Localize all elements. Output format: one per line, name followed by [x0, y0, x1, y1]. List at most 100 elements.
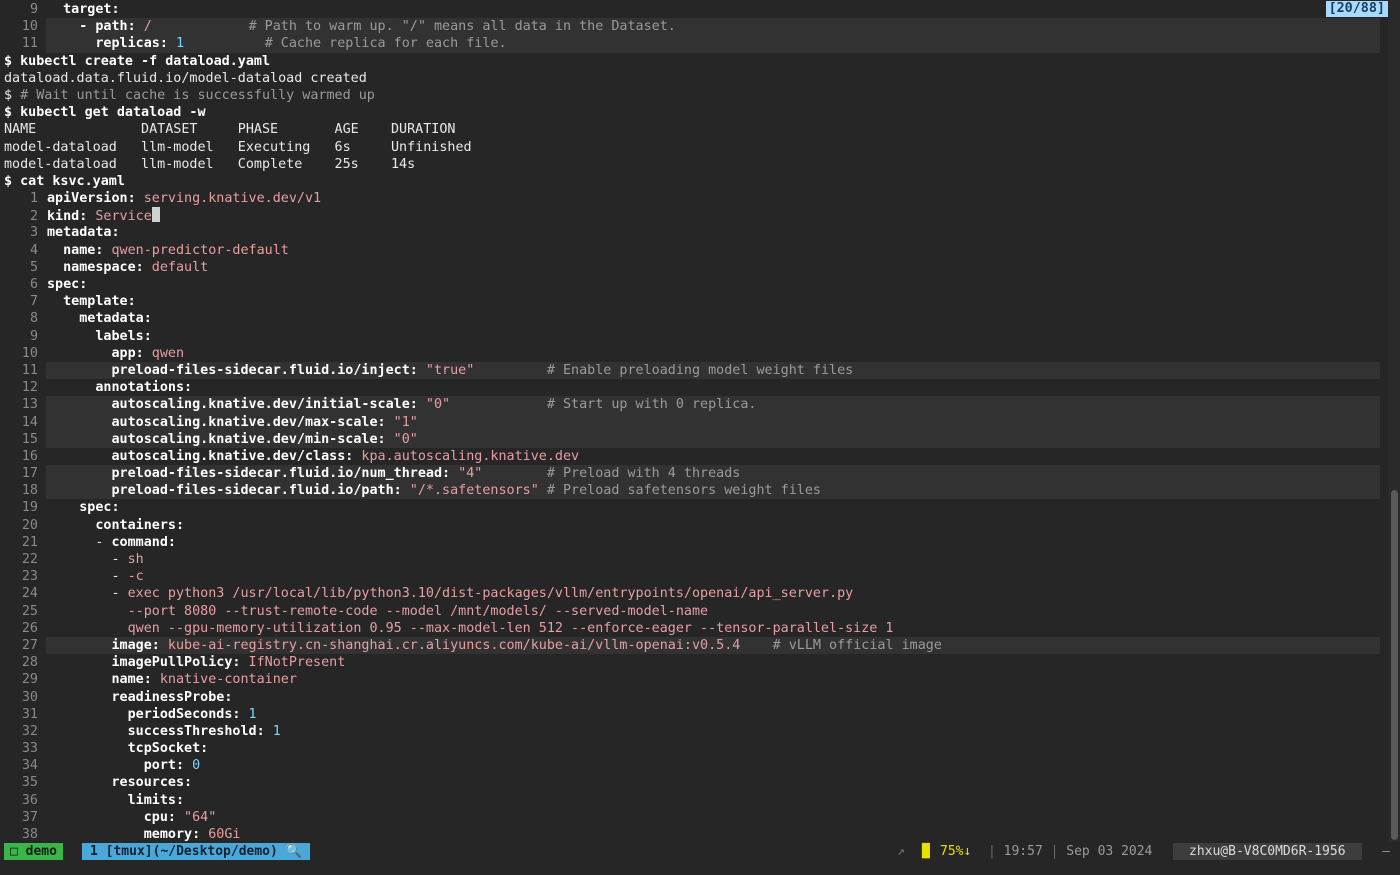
- code-text: serving.knative.dev/v1: [135, 191, 322, 207]
- code-text: NAME DATASET PHASE AGE DURATION: [4, 122, 456, 138]
- line-number: 7: [29, 294, 38, 310]
- code-text: command:: [111, 534, 177, 550]
- code-text: port:: [143, 758, 185, 774]
- line-number: 23: [21, 569, 38, 585]
- terminal-line: 10 app: qwen: [0, 345, 1388, 362]
- code-text: metadata:: [79, 311, 152, 327]
- terminal-line: model-dataload llm-model Executing 6s Un…: [0, 139, 1388, 156]
- terminal-line: 3 metadata:: [0, 224, 1388, 241]
- code-text: -: [47, 569, 128, 585]
- code-text: name:: [111, 672, 152, 688]
- terminal-line: $ kubectl get dataload -w: [0, 104, 1388, 121]
- scrollbar[interactable]: [1388, 0, 1400, 842]
- scrollbar-thumb[interactable]: [1391, 490, 1398, 840]
- terminal-line: 23 - -c: [0, 568, 1388, 585]
- line-number: 11: [21, 36, 38, 52]
- code-text: "4": [450, 466, 547, 482]
- terminal-line: 34 port: 0: [0, 757, 1388, 774]
- terminal-line: $ cat ksvc.yaml: [0, 173, 1388, 190]
- arrow-icon: ↗: [897, 844, 905, 859]
- line-number: 27: [21, 637, 38, 653]
- code-text: qwen --gpu-memory-utilization 0.95 --max…: [47, 620, 894, 636]
- session-name-badge[interactable]: □ demo: [4, 843, 63, 860]
- code-text: # vLLM official image: [772, 637, 942, 653]
- line-number: 38: [21, 827, 38, 842]
- terminal-line: 26 qwen --gpu-memory-utilization 0.95 --…: [0, 620, 1388, 637]
- code-text: # Preload safetensors weight files: [546, 483, 821, 499]
- code-text: # Cache replica for each file.: [264, 36, 507, 52]
- line-number: 1: [29, 191, 38, 207]
- code-text: model-dataload llm-model Executing 6s Un…: [4, 139, 472, 155]
- line-number: 33: [21, 741, 38, 757]
- code-text: metadata:: [47, 225, 120, 241]
- line-number: 31: [21, 706, 38, 722]
- window-tab-active[interactable]: 1 [tmux](~/Desktop/demo) 🔍: [82, 843, 310, 860]
- code-text: preload-files-sidecar.fluid.io/num_threa…: [111, 466, 451, 482]
- terminal-line: 36 limits:: [0, 792, 1388, 809]
- terminal-line: 17 preload-files-sidecar.fluid.io/num_th…: [0, 465, 1388, 483]
- code-text: autoscaling.knative.dev/class:: [111, 448, 354, 464]
- terminal-line: 6 spec:: [0, 276, 1388, 293]
- line-number: 32: [21, 723, 38, 739]
- code-text: $: [4, 87, 21, 103]
- code-text: - path:: [79, 19, 136, 35]
- code-text: # Start up with 0 replica.: [546, 397, 757, 413]
- code-text: successThreshold:: [127, 723, 265, 739]
- line-number: 17: [21, 466, 38, 482]
- terminal-line: 28 imagePullPolicy: IfNotPresent: [0, 654, 1388, 671]
- terminal-line: 33 tcpSocket:: [0, 740, 1388, 757]
- code-text: tcpSocket:: [127, 741, 209, 757]
- code-text: spec:: [47, 277, 88, 292]
- code-text: default: [143, 259, 209, 275]
- code-text: readinessProbe:: [111, 689, 233, 705]
- line-number: 10: [21, 345, 38, 361]
- terminal-line: 1 apiVersion: serving.knative.dev/v1: [0, 190, 1388, 207]
- terminal-line: dataload.data.fluid.io/model-dataload cr…: [0, 70, 1388, 87]
- terminal-line: 8 metadata:: [0, 310, 1388, 327]
- line-number: 9: [29, 2, 38, 17]
- line-number: 4: [29, 242, 38, 258]
- code-text: replicas:: [95, 36, 168, 52]
- line-number: 34: [21, 758, 38, 774]
- line-number: 24: [21, 586, 38, 602]
- terminal-line: 37 cpu: "64": [0, 809, 1388, 826]
- line-number: 30: [21, 689, 38, 705]
- code-text: IfNotPresent: [240, 655, 346, 671]
- terminal-line: model-dataload llm-model Complete 25s 14…: [0, 156, 1388, 173]
- terminal-line: 12 annotations:: [0, 379, 1388, 396]
- code-text: Service: [87, 209, 152, 225]
- terminal-line: 4 name: qwen-predictor-default: [0, 242, 1388, 259]
- code-text: "/*.safetensors": [401, 483, 547, 499]
- terminal-line: 24 - exec python3 /usr/local/lib/python3…: [0, 585, 1388, 602]
- terminal-line: 19 spec:: [0, 499, 1388, 516]
- tmux-status-bar: □ demo 1 [tmux](~/Desktop/demo) 🔍 ↗ █ 75…: [0, 842, 1400, 862]
- line-number: 22: [21, 552, 38, 567]
- code-text: -c: [127, 569, 144, 585]
- line-number: 25: [21, 603, 38, 619]
- hostname-badge: zhxu@B-V8C0MD6R-1956: [1173, 843, 1362, 860]
- code-text: -: [47, 552, 128, 567]
- terminal-line: 14 autoscaling.knative.dev/max-scale: "1…: [0, 413, 1388, 431]
- line-number: 5: [29, 259, 38, 275]
- code-text: app:: [111, 345, 144, 361]
- code-text: # Path to warm up. "/" means all data in…: [248, 19, 676, 35]
- line-number: 36: [21, 792, 38, 808]
- terminal-output[interactable]: 9 target: 10 - path: / # Path to warm up.…: [0, 1, 1388, 842]
- code-text: -: [47, 586, 128, 602]
- line-number: 18: [21, 483, 38, 499]
